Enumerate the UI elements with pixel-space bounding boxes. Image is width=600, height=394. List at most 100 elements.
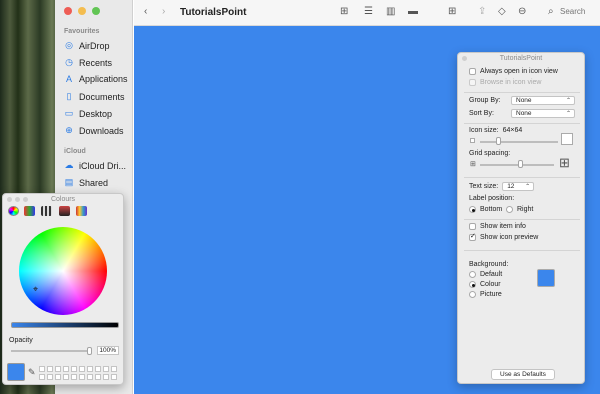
close-button[interactable] — [462, 56, 467, 61]
text-size-row: Text size: 12 — [469, 182, 535, 191]
saved-swatch[interactable] — [79, 374, 85, 380]
search-input[interactable] — [560, 7, 600, 16]
radio-label: Picture — [480, 291, 502, 298]
grid-spacing-knob[interactable] — [518, 160, 523, 168]
view-options-panel: TutorialsPoint Always open in icon view … — [457, 52, 585, 384]
colour-palettes-tab-icon[interactable] — [41, 206, 52, 216]
saved-swatch[interactable] — [63, 374, 69, 380]
label-bottom-radio[interactable]: Bottom — [469, 206, 502, 213]
saved-swatch[interactable] — [47, 374, 53, 380]
sidebar-item-label: Shared — [79, 177, 109, 188]
text-size-label: Text size: — [469, 183, 499, 190]
more-actions-icon[interactable]: ⊖ — [518, 6, 526, 17]
small-icon-icon — [470, 138, 475, 143]
radio — [469, 271, 476, 278]
search-icon[interactable]: ⌕ — [548, 6, 554, 17]
saved-swatch[interactable] — [111, 374, 117, 380]
bg-default-radio[interactable]: Default — [469, 271, 502, 278]
saved-swatch[interactable] — [95, 374, 101, 380]
icon-size-row: Icon size: 64×64 — [469, 127, 522, 134]
panel-title: TutorialsPoint — [499, 55, 543, 62]
list-view-icon[interactable]: ☰ — [364, 6, 373, 17]
zoom-button[interactable] — [92, 7, 100, 15]
show-icon-preview-checkbox[interactable]: Show icon preview — [469, 232, 539, 241]
checkbox-label: Always open in icon view — [480, 68, 558, 75]
always-open-checkbox[interactable]: Always open in icon view — [469, 68, 558, 75]
sidebar-item-recents[interactable]: ◷ Recents — [64, 57, 112, 68]
sidebar-section-icloud: iCloud — [64, 148, 86, 155]
sidebar-item-downloads[interactable]: ⊕ Downloads — [64, 125, 124, 136]
shared-folder-icon: ▤ — [64, 177, 74, 187]
label-right-radio[interactable]: Right — [506, 206, 533, 213]
group-by-select[interactable]: None — [511, 96, 575, 105]
column-view-icon[interactable]: ▥ — [386, 6, 395, 17]
colour-wheel[interactable] — [19, 227, 107, 315]
large-icon-icon — [561, 133, 573, 145]
saved-swatch[interactable] — [87, 366, 93, 372]
opacity-knob[interactable] — [87, 347, 92, 355]
saved-swatch[interactable] — [71, 366, 77, 372]
opacity-label: Opacity — [9, 337, 33, 344]
pencils-tab-icon[interactable] — [76, 206, 87, 216]
saved-swatch[interactable] — [55, 366, 61, 372]
use-as-defaults-button[interactable]: Use as Defaults — [491, 369, 555, 380]
image-palettes-tab-icon[interactable] — [59, 206, 70, 216]
divider — [464, 123, 580, 124]
current-colour-swatch[interactable] — [7, 363, 25, 381]
browse-icon-view-checkbox[interactable]: Browse in icon view — [469, 79, 541, 86]
sidebar-item-label: iCloud Dri... — [79, 160, 127, 171]
saved-swatch[interactable] — [63, 366, 69, 372]
saved-swatch[interactable] — [87, 374, 93, 380]
saved-swatch[interactable] — [79, 366, 85, 372]
bg-colour-radio[interactable]: Colour — [469, 281, 501, 288]
close-button[interactable] — [64, 7, 72, 15]
saved-swatch[interactable] — [103, 374, 109, 380]
share-icon[interactable]: ⇪ — [478, 6, 486, 17]
saved-swatch[interactable] — [39, 374, 45, 380]
text-size-select[interactable]: 12 — [502, 182, 535, 191]
tag-icon[interactable]: ◇ — [498, 6, 506, 17]
colour-sliders-tab-icon[interactable] — [24, 206, 35, 216]
sidebar-item-label: Downloads — [79, 125, 124, 136]
bg-picture-radio[interactable]: Picture — [469, 291, 502, 298]
sidebar-item-icloud-drive[interactable]: ☁ iCloud Dri... — [64, 160, 127, 171]
icon-size-knob[interactable] — [496, 137, 501, 145]
sidebar-item-label: AirDrop — [79, 40, 110, 51]
saved-swatch[interactable] — [39, 366, 45, 372]
sidebar-item-applications[interactable]: A Applications — [64, 74, 128, 84]
saved-swatch[interactable] — [111, 366, 117, 372]
show-item-info-checkbox[interactable]: Show item info — [469, 223, 526, 230]
sidebar-item-documents[interactable]: ▯ Documents — [64, 91, 125, 102]
background-colour-well[interactable] — [537, 269, 555, 287]
gallery-view-icon[interactable]: ▬ — [408, 6, 418, 17]
sidebar-item-shared[interactable]: ▤ Shared — [64, 177, 108, 188]
back-icon[interactable]: ‹ — [144, 6, 147, 17]
sidebar-item-desktop[interactable]: ▭ Desktop — [64, 108, 112, 119]
opacity-field[interactable]: 100% — [97, 346, 119, 355]
saved-swatch[interactable] — [71, 374, 77, 380]
download-icon: ⊕ — [65, 125, 73, 135]
colour-wheel-tab-icon[interactable] — [8, 206, 19, 216]
icon-view-icon[interactable]: ⊞ — [340, 6, 348, 17]
opacity-slider[interactable] — [11, 350, 91, 352]
eyedropper-icon[interactable]: ✎ — [28, 367, 36, 378]
forward-icon[interactable]: › — [162, 6, 165, 17]
sidebar-item-airdrop[interactable]: ◎ AirDrop — [64, 40, 110, 51]
checkbox-label: Browse in icon view — [480, 79, 542, 86]
saved-swatch[interactable] — [47, 366, 53, 372]
cloud-icon: ☁ — [64, 160, 74, 170]
saved-swatch[interactable] — [95, 366, 101, 372]
saved-swatch[interactable] — [103, 366, 109, 372]
grid-spacing-slider[interactable] — [480, 164, 554, 166]
group-icon[interactable]: ⊞ — [448, 6, 456, 17]
icon-size-slider[interactable] — [480, 141, 558, 143]
saved-swatch[interactable] — [55, 374, 61, 380]
divider — [464, 177, 580, 178]
brightness-slider[interactable] — [11, 322, 119, 328]
divider — [464, 219, 580, 220]
sort-by-select[interactable]: None — [511, 109, 575, 118]
checkbox-label: Show icon preview — [480, 234, 539, 241]
minimize-button[interactable] — [78, 7, 86, 15]
radio-label: Bottom — [480, 206, 503, 213]
radio-label: Right — [517, 206, 534, 213]
